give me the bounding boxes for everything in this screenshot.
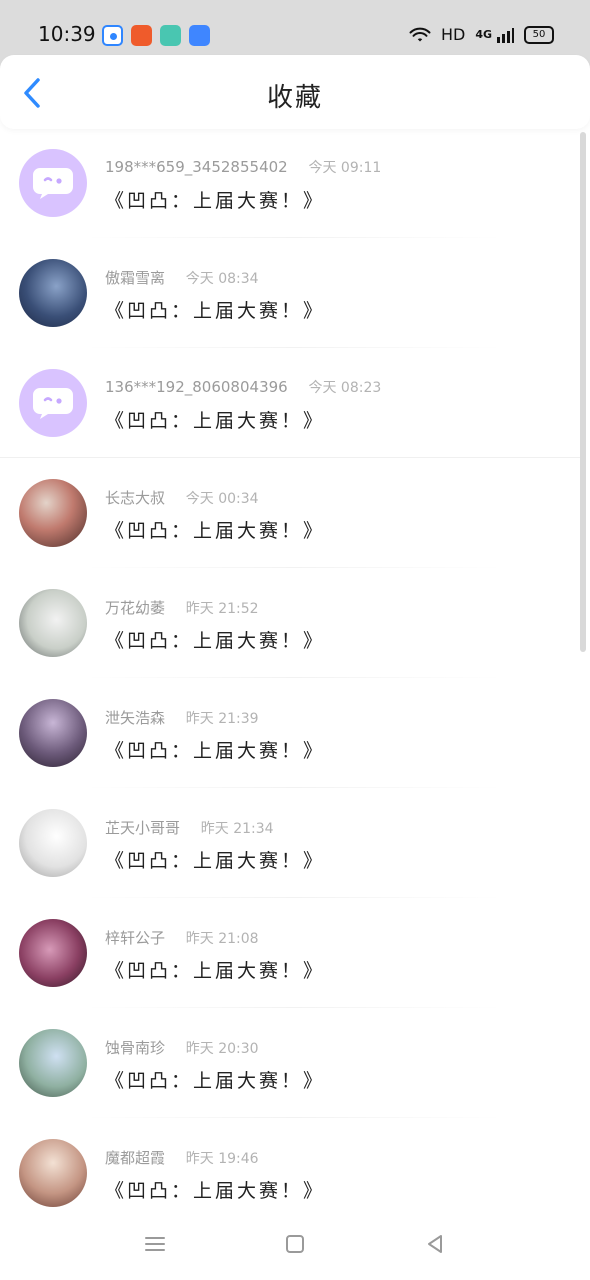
username: 梓轩公子 xyxy=(105,929,166,947)
list-item[interactable]: 傲霜雪离 今天 08:34 《凹凸：上届大赛！》 xyxy=(0,238,590,348)
item-meta: 傲霜雪离 今天 08:34 xyxy=(105,267,259,288)
avatar[interactable] xyxy=(19,589,87,657)
avatar[interactable] xyxy=(19,809,87,877)
chat-bubble-icon xyxy=(33,168,73,199)
item-title: 《凹凸：上届大赛！》 xyxy=(105,630,326,652)
list-item[interactable]: 泄矢浩森 昨天 21:39 《凹凸：上届大赛！》 xyxy=(0,678,590,788)
avatar[interactable] xyxy=(19,259,87,327)
status-app-icon-1 xyxy=(102,25,123,46)
list-item[interactable]: 198***659_3452855402 今天 09:11 《凹凸：上届大赛！》 xyxy=(0,128,590,238)
avatar[interactable] xyxy=(19,919,87,987)
item-meta: 136***192_8060804396 今天 08:23 xyxy=(105,377,381,397)
item-title: 《凹凸：上届大赛！》 xyxy=(105,1180,326,1202)
page-title: 收藏 xyxy=(266,83,323,113)
list-item[interactable]: 芷天小哥哥 昨天 21:34 《凹凸：上届大赛！》 xyxy=(0,788,590,898)
username: 136***192_8060804396 xyxy=(105,378,288,396)
wifi-icon xyxy=(409,27,431,41)
item-title: 《凹凸：上届大赛！》 xyxy=(105,190,326,212)
timestamp: 昨天 21:34 xyxy=(200,821,274,837)
home-icon[interactable] xyxy=(283,1232,307,1256)
avatar[interactable] xyxy=(19,1029,87,1097)
timestamp: 今天 08:23 xyxy=(308,380,382,396)
item-meta: 长志大叔 今天 00:34 xyxy=(105,487,259,508)
status-app-icon-2 xyxy=(131,25,152,46)
list-item[interactable]: 魔都超霞 昨天 19:46 《凹凸：上届大赛！》 xyxy=(0,1118,590,1228)
item-meta: 蚀骨南珍 昨天 20:30 xyxy=(105,1037,259,1058)
favorites-list: 198***659_3452855402 今天 09:11 《凹凸：上届大赛！》… xyxy=(0,128,590,1228)
list-item[interactable]: 万花幼萎 昨天 21:52 《凹凸：上届大赛！》 xyxy=(0,568,590,678)
item-title: 《凹凸：上届大赛！》 xyxy=(105,520,326,542)
list-item[interactable]: 梓轩公子 昨天 21:08 《凹凸：上届大赛！》 xyxy=(0,898,590,1008)
username: 长志大叔 xyxy=(105,489,166,507)
avatar[interactable] xyxy=(19,479,87,547)
status-app-icon-4 xyxy=(189,25,210,46)
status-app-icon-3 xyxy=(160,25,181,46)
list-item[interactable]: 蚀骨南珍 昨天 20:30 《凹凸：上届大赛！》 xyxy=(0,1008,590,1118)
avatar[interactable] xyxy=(19,699,87,767)
item-title: 《凹凸：上届大赛！》 xyxy=(105,410,326,432)
username: 泄矢浩森 xyxy=(105,709,166,727)
avatar[interactable] xyxy=(19,369,87,437)
username: 198***659_3452855402 xyxy=(105,158,288,176)
timestamp: 昨天 21:08 xyxy=(185,931,259,947)
username: 魔都超霞 xyxy=(105,1149,166,1167)
item-meta: 梓轩公子 昨天 21:08 xyxy=(105,927,259,948)
status-time: 10:39 xyxy=(38,22,96,46)
status-app-icons xyxy=(102,25,210,46)
username: 傲霜雪离 xyxy=(105,269,166,287)
menu-icon[interactable] xyxy=(143,1232,167,1256)
avatar[interactable] xyxy=(19,1139,87,1207)
timestamp: 今天 09:11 xyxy=(308,160,382,176)
list-item[interactable]: 长志大叔 今天 00:34 《凹凸：上届大赛！》 xyxy=(0,458,590,568)
chat-bubble-icon xyxy=(33,388,73,419)
item-meta: 魔都超霞 昨天 19:46 xyxy=(105,1147,259,1168)
timestamp: 昨天 19:46 xyxy=(185,1151,259,1167)
signal-label: 4G xyxy=(475,28,492,41)
battery-icon: 50 xyxy=(524,25,554,44)
timestamp: 今天 00:34 xyxy=(185,491,259,507)
item-meta: 198***659_3452855402 今天 09:11 xyxy=(105,157,381,177)
avatar[interactable] xyxy=(19,149,87,217)
top-bar: 收藏 xyxy=(0,55,590,129)
timestamp: 昨天 20:30 xyxy=(185,1041,259,1057)
system-nav-bar xyxy=(0,1214,590,1280)
network-label: HD xyxy=(440,25,466,44)
item-title: 《凹凸：上届大赛！》 xyxy=(105,300,326,322)
timestamp: 昨天 21:52 xyxy=(185,601,259,617)
list-item[interactable]: 136***192_8060804396 今天 08:23 《凹凸：上届大赛！》 xyxy=(0,348,590,458)
item-meta: 万花幼萎 昨天 21:52 xyxy=(105,597,259,618)
timestamp: 昨天 21:39 xyxy=(185,711,259,727)
item-meta: 泄矢浩森 昨天 21:39 xyxy=(105,707,259,728)
back-icon[interactable] xyxy=(423,1232,447,1256)
username: 蚀骨南珍 xyxy=(105,1039,166,1057)
battery-level: 50 xyxy=(532,28,546,40)
username: 芷天小哥哥 xyxy=(105,819,181,837)
item-meta: 芷天小哥哥 昨天 21:34 xyxy=(105,817,274,838)
item-title: 《凹凸：上届大赛！》 xyxy=(105,960,326,982)
item-title: 《凹凸：上届大赛！》 xyxy=(105,740,326,762)
timestamp: 今天 08:34 xyxy=(185,271,259,287)
item-title: 《凹凸：上届大赛！》 xyxy=(105,1070,326,1092)
item-title: 《凹凸：上届大赛！》 xyxy=(105,850,326,872)
signal-bars-icon xyxy=(497,27,514,43)
status-right: HD 4G 50 xyxy=(409,25,554,44)
username: 万花幼萎 xyxy=(105,599,166,617)
